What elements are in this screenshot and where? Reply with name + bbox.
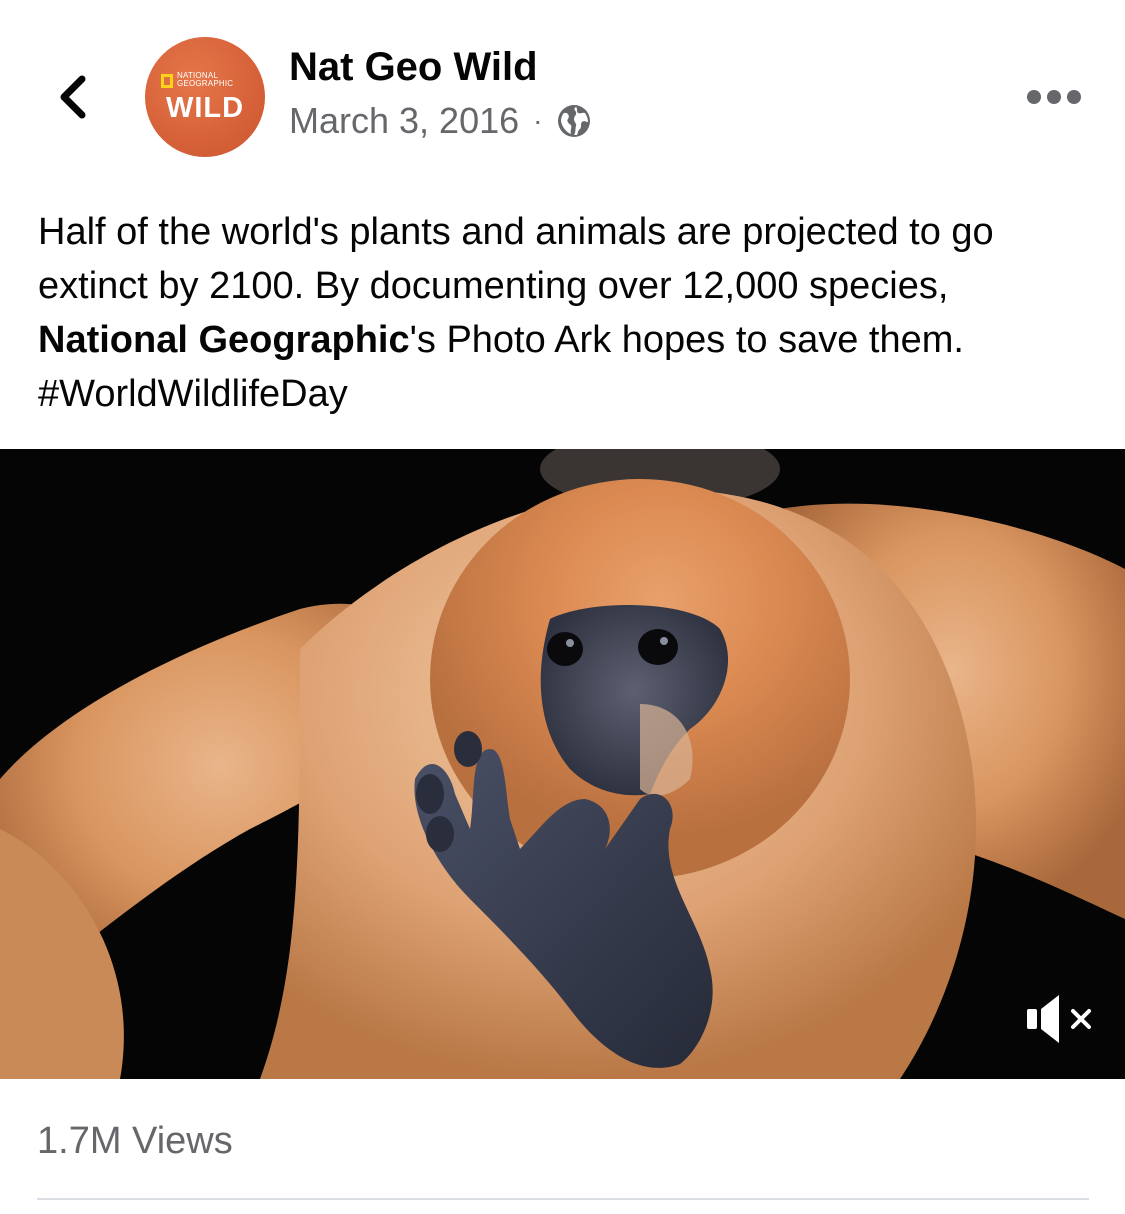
gibbon-photo [0,449,1125,1079]
view-count[interactable]: 1.7M Views [37,1120,233,1163]
back-button[interactable] [42,62,102,132]
post-header: NATIONAL GEOGRAPHIC WILD Nat Geo Wild Ma… [0,0,1125,190]
divider [37,1198,1089,1200]
globe-icon [558,105,591,137]
meta-separator: · [533,105,543,136]
avatar-brand-large: WILD [165,92,245,124]
more-dot [1027,90,1041,104]
more-dot [1047,90,1061,104]
post-text-part: 's Photo Ark hopes to save them. [409,319,964,361]
muted-speaker-icon [1027,995,1091,1043]
post-meta: March 3, 2016 · [289,100,592,142]
post-date[interactable]: March 3, 2016 [289,100,519,142]
page-avatar[interactable]: NATIONAL GEOGRAPHIC WILD [145,37,265,157]
more-options-button[interactable] [1019,75,1089,119]
page-mention-link[interactable]: National Geographic [38,319,410,361]
post-text-part: Half of the world's plants and animals a… [38,211,994,307]
post-body: Half of the world's plants and animals a… [38,205,1098,421]
mute-toggle-button[interactable] [1023,989,1099,1049]
yellow-border-logo-icon [161,74,173,88]
video-player[interactable] [0,449,1125,1079]
more-dot [1067,90,1081,104]
avatar-brand-small: NATIONAL GEOGRAPHIC [177,71,234,88]
page-name-link[interactable]: Nat Geo Wild [289,45,538,90]
hashtag-link[interactable]: #WorldWildlifeDay [38,373,348,415]
chevron-left-icon [60,75,86,119]
